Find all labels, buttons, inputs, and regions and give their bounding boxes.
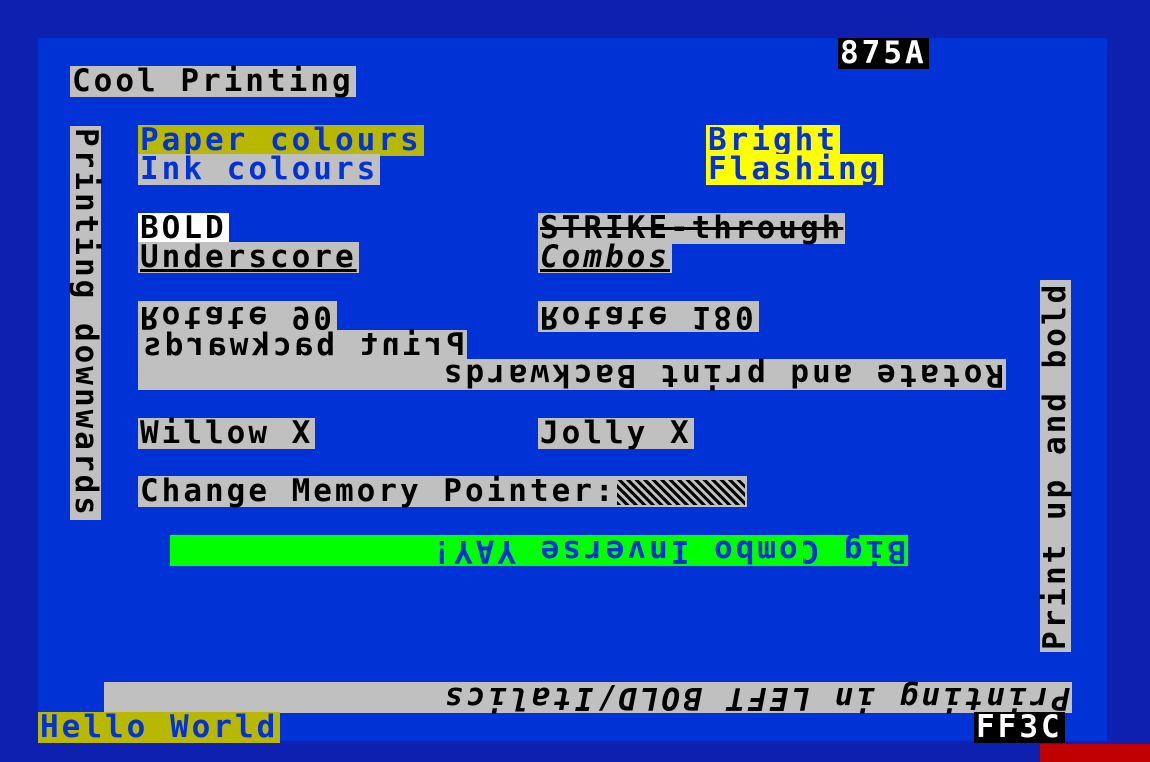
flashing-label: Flashing (706, 151, 884, 187)
header-code: 875A (838, 35, 929, 71)
side-left-text: Printing downwards (68, 126, 104, 520)
page-title: Cool Printing (70, 63, 356, 99)
memory-pointer-text: Change Memory Pointer: (140, 473, 617, 509)
underscore-label: Underscore (138, 239, 359, 275)
willow-font-label: Willow X (138, 415, 316, 451)
combos-label: Combos (538, 239, 672, 275)
footer-code: FF3C (974, 709, 1065, 745)
alt-font-label: Jolly X (538, 415, 694, 451)
memory-noise (616, 480, 745, 505)
ink-colours-label: Ink colours (138, 151, 381, 187)
backwards-label: Print backwards (138, 327, 467, 363)
border-red-stripe (1040, 744, 1150, 762)
hello-world: Hello World (38, 709, 281, 745)
side-right-text: Print up and bold (1037, 279, 1073, 652)
big-combo-inverse: Big Combo Inverse YAY! (170, 533, 908, 569)
spectrum-screen: 875A Cool Printing Paper colours Ink col… (38, 35, 1107, 745)
memory-pointer-label: Change Memory Pointer: (138, 476, 747, 507)
rotate180-label: Rotate 180 (538, 299, 759, 335)
rotate-backwards-label: Rotate and print Backwards (138, 357, 1006, 393)
